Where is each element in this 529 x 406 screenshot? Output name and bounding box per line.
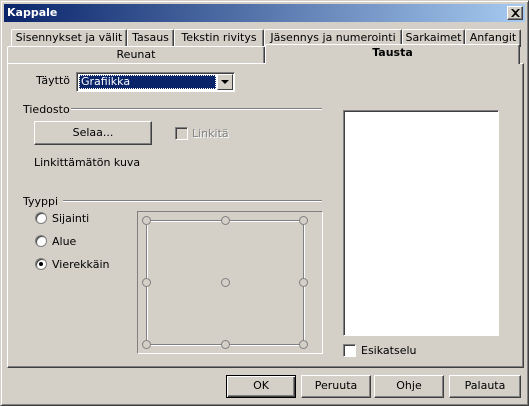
position-center[interactable] — [221, 278, 230, 287]
browse-button[interactable]: Selaa... — [34, 121, 152, 145]
preview-checkbox[interactable] — [343, 344, 356, 357]
tab-text-flow[interactable]: Tekstin rivitys — [174, 29, 264, 47]
preview-label: Esikatselu — [361, 344, 417, 357]
tab-alignment[interactable]: Tasaus — [127, 29, 174, 47]
type-position-label: Sijainti — [52, 212, 90, 225]
file-section-divider — [71, 108, 322, 110]
position-top-left[interactable] — [142, 216, 151, 225]
position-grid-drawing — [146, 220, 305, 346]
link-status-text: Linkittämätön kuva — [34, 156, 141, 169]
position-middle-left[interactable] — [142, 278, 151, 287]
tab-borders[interactable]: Reunat — [7, 46, 265, 64]
fill-select-arrow[interactable] — [217, 74, 233, 90]
ok-button[interactable]: OK — [226, 375, 296, 398]
preview-area — [343, 110, 499, 336]
help-button[interactable]: Ohje — [374, 375, 444, 398]
link-label: Linkitä — [192, 127, 229, 140]
reset-button[interactable]: Palauta — [449, 375, 521, 398]
link-checkbox[interactable] — [175, 127, 188, 140]
close-icon — [511, 9, 520, 17]
cancel-button-label: Peruuta — [314, 379, 358, 392]
position-bottom-center[interactable] — [221, 340, 230, 349]
position-middle-right[interactable] — [299, 278, 308, 287]
type-section-title: Tyyppi — [23, 195, 59, 208]
close-button[interactable] — [507, 6, 523, 20]
chevron-down-icon — [221, 80, 229, 84]
fill-select[interactable]: Grafiikka — [76, 72, 235, 92]
cancel-button[interactable]: Peruuta — [301, 375, 371, 398]
type-tile-label: Vierekkäin — [52, 258, 110, 271]
tab-indents-spacing[interactable]: Sisennykset ja välit — [11, 29, 127, 47]
position-top-right[interactable] — [299, 216, 308, 225]
position-grid — [137, 211, 323, 354]
position-top-center[interactable] — [221, 216, 230, 225]
browse-button-label: Selaa... — [72, 126, 114, 139]
type-tile-radio[interactable] — [35, 258, 47, 270]
reset-button-label: Palauta — [464, 379, 506, 392]
position-bottom-right[interactable] — [299, 340, 308, 349]
fill-select-value: Grafiikka — [79, 75, 216, 89]
type-section-divider — [63, 200, 322, 202]
help-button-label: Ohje — [396, 379, 422, 392]
tab-background[interactable]: Tausta — [265, 44, 520, 64]
type-area-radio[interactable] — [35, 235, 47, 247]
paragraph-dialog: Kappale Sisennykset ja välit Tasaus Teks… — [0, 0, 529, 406]
type-area-label: Alue — [52, 235, 77, 248]
position-bottom-left[interactable] — [142, 340, 151, 349]
title-bar: Kappale — [4, 4, 525, 22]
window-title: Kappale — [7, 6, 58, 19]
fill-label: Täyttö — [36, 74, 71, 87]
file-section-title: Tiedosto — [23, 103, 70, 116]
type-position-radio[interactable] — [35, 212, 47, 224]
ok-button-label: OK — [253, 379, 269, 392]
